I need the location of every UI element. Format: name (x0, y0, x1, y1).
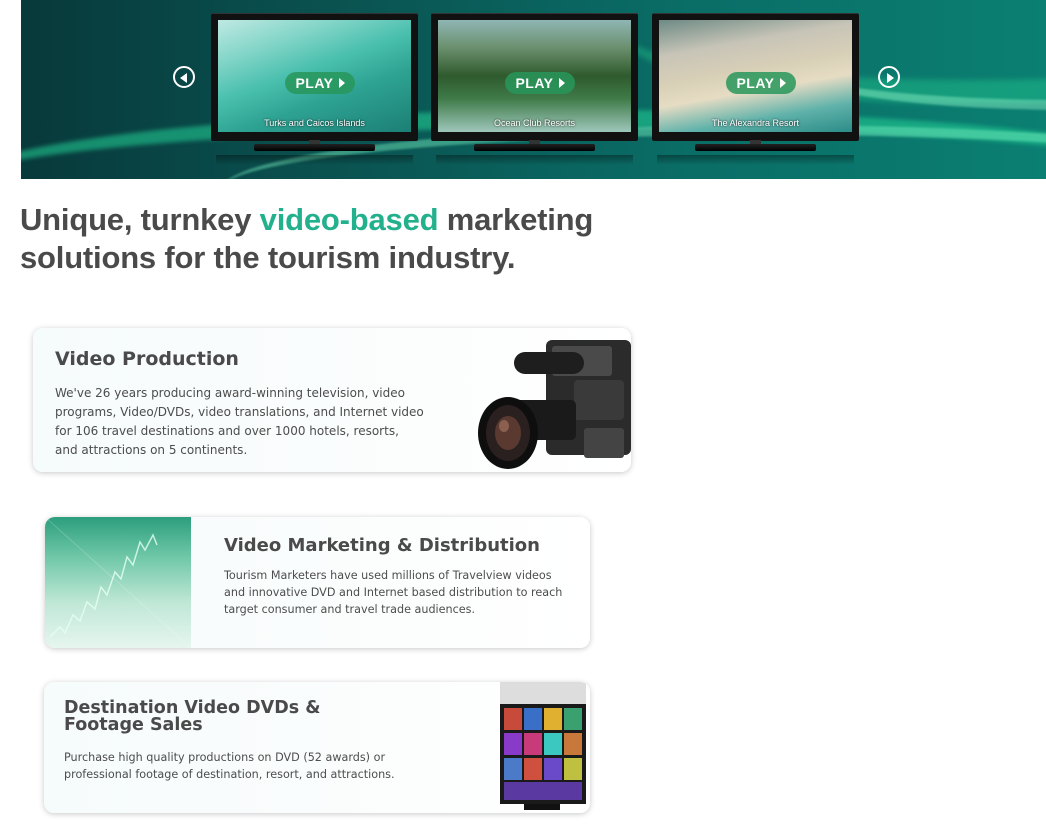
headline-text: marketing (438, 202, 594, 237)
play-button[interactable]: PLAY (726, 72, 796, 94)
page-headline: Unique, turnkey video-based marketing so… (20, 201, 593, 277)
video-carousel-banner: PLAY Turks and Caicos Islands PLAY Ocean… (21, 0, 1046, 179)
video-caption: The Alexandra Resort (711, 118, 800, 128)
card-title: Video Marketing & Distribution (224, 535, 540, 556)
growth-chart-icon (45, 517, 192, 648)
tv-stand (695, 144, 816, 151)
tv-frame: PLAY Ocean Club Resorts (431, 13, 638, 141)
tv-frame: PLAY The Alexandra Resort (652, 13, 859, 141)
video-thumbnail: PLAY Turks and Caicos Islands (218, 20, 411, 132)
headline-highlight: video-based (259, 202, 439, 237)
tv-reflection (657, 155, 854, 165)
video-thumbnail: PLAY Ocean Club Resorts (438, 20, 631, 132)
video-caption: Ocean Club Resorts (493, 118, 576, 128)
carousel-next-icon[interactable] (878, 66, 900, 88)
video-tile-3[interactable]: PLAY The Alexandra Resort (652, 13, 859, 165)
card-body: Tourism Marketers have used millions of … (224, 569, 563, 616)
video-thumbnail: PLAY The Alexandra Resort (659, 20, 852, 132)
card-body: Purchase high quality productions on DVD… (64, 751, 395, 781)
dvd-rack-icon (500, 682, 586, 810)
chart-line-icon (45, 517, 192, 648)
play-icon (779, 78, 786, 88)
card-title: Destination Video DVDs & Footage Sales (64, 698, 321, 735)
video-marketing-card[interactable]: Video Marketing & Distribution Tourism M… (45, 517, 590, 648)
carousel-prev-icon[interactable] (173, 66, 195, 88)
dvd-footage-card[interactable]: Destination Video DVDs & Footage Sales P… (44, 682, 590, 813)
card-title: Video Production (55, 348, 239, 370)
video-camera-icon (478, 340, 631, 469)
card-body: We've 26 years producing award-winning t… (55, 386, 424, 457)
tv-frame: PLAY Turks and Caicos Islands (211, 13, 418, 141)
tv-reflection (216, 155, 413, 165)
video-tile-1[interactable]: PLAY Turks and Caicos Islands (211, 13, 418, 165)
tv-stand (254, 144, 375, 151)
tv-reflection (436, 155, 633, 165)
video-tile-2[interactable]: PLAY Ocean Club Resorts (431, 13, 638, 165)
play-button[interactable]: PLAY (285, 72, 355, 94)
tv-stand (474, 144, 595, 151)
headline-text: Unique, turnkey (20, 202, 260, 237)
play-icon (558, 78, 565, 88)
play-button[interactable]: PLAY (505, 72, 575, 94)
video-production-card[interactable]: Video Production We've 26 years producin… (33, 328, 631, 472)
headline-line2: solutions for the tourism industry. (20, 240, 516, 275)
play-icon (338, 78, 345, 88)
video-caption: Turks and Caicos Islands (264, 118, 365, 128)
